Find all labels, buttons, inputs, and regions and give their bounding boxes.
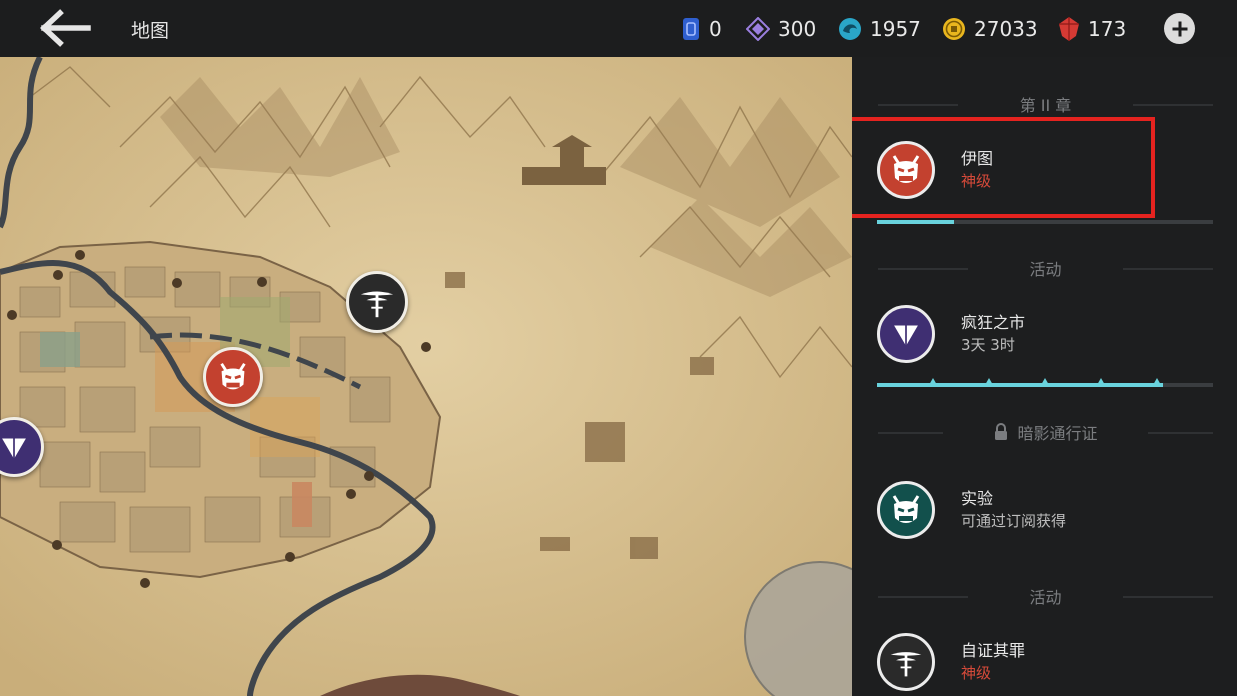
- milestone-marker: [929, 378, 937, 385]
- section-header-event: 活动: [878, 586, 1213, 607]
- quest-panel: 第 II 章 伊图 神级 活动 疯狂之市 3天 3时 暗影通行证 实验 可通过订…: [852, 57, 1237, 696]
- quest-name: 疯狂之市: [961, 313, 1026, 332]
- quest-timer: 3天 3时: [961, 336, 1015, 354]
- currency-coins[interactable]: 27033: [942, 14, 1038, 44]
- section-title: 活动: [1029, 260, 1062, 279]
- milestone-marker: [1153, 378, 1161, 385]
- map-marker-oni-mask[interactable]: [203, 347, 263, 407]
- map-illustration: [0, 57, 852, 696]
- gold-coin-icon: [943, 18, 965, 40]
- section-title-locked: 暗影通行证: [993, 420, 1098, 444]
- red-gem-icon: [1059, 17, 1079, 41]
- teal-oni-mask-icon: [877, 481, 935, 539]
- gems-count: 173: [1088, 17, 1127, 41]
- quest-difficulty: 神级: [961, 664, 992, 682]
- section-header-event: 活动: [878, 258, 1213, 279]
- map-marker-dragonfly[interactable]: [346, 271, 408, 333]
- world-map[interactable]: [0, 57, 852, 696]
- purple-triangle-icon: [877, 305, 935, 363]
- section-title: 第 II 章: [1019, 96, 1072, 115]
- milestone-marker: [1097, 378, 1105, 385]
- section-header-shadow-pass: 暗影通行证: [878, 420, 1213, 444]
- milestone-markers: [929, 378, 1161, 385]
- lock-icon: [995, 423, 1008, 440]
- dragonfly-icon: [877, 633, 935, 691]
- quest-entry-ito[interactable]: 伊图 神级: [876, 141, 1214, 224]
- red-oni-mask-icon: [877, 141, 935, 199]
- quest-name: 实验: [961, 489, 994, 508]
- quest-progress-bar: [877, 220, 1213, 224]
- page-title: 地图: [131, 20, 170, 42]
- cards-count: 0: [709, 17, 722, 41]
- milestone-marker: [1041, 378, 1049, 385]
- blue-card-icon: [683, 18, 699, 40]
- section-title: 活动: [1029, 588, 1062, 607]
- quest-entry-crazy-market[interactable]: 疯狂之市 3天 3时: [876, 305, 1214, 387]
- back-button[interactable]: [38, 8, 94, 48]
- dragonfly-icon: [360, 291, 394, 318]
- red-oni-mask-icon: [220, 362, 246, 390]
- purple-triangle-icon: [2, 438, 26, 459]
- top-bar: 地图 0 300 1957 27033 173: [0, 0, 1237, 57]
- arrow-left-icon: [40, 9, 91, 47]
- quest-name: 自证其罪: [961, 641, 1026, 660]
- currency-cards[interactable]: 0: [681, 14, 722, 44]
- section-header-chapter: 第 II 章: [878, 94, 1213, 115]
- quest-availability: 可通过订阅获得: [961, 512, 1067, 530]
- spirit-count: 1957: [870, 17, 921, 41]
- currency-shards[interactable]: 300: [746, 14, 816, 44]
- section-title: 暗影通行证: [1017, 424, 1098, 443]
- quest-name: 伊图: [961, 149, 994, 168]
- quest-entry-experiment[interactable]: 实验 可通过订阅获得: [876, 481, 1214, 561]
- purple-diamond-icon: [746, 17, 770, 41]
- quest-entry-self-incrimination[interactable]: 自证其罪 神级: [876, 633, 1214, 696]
- plus-circle-icon[interactable]: [1164, 13, 1195, 44]
- coins-count: 27033: [974, 17, 1038, 41]
- shards-count: 300: [778, 17, 817, 41]
- teal-swirl-icon: [839, 18, 861, 40]
- currency-spirit[interactable]: 1957: [838, 14, 921, 44]
- quest-difficulty: 神级: [961, 172, 992, 190]
- event-progress-bar: [877, 378, 1213, 387]
- currency-gems[interactable]: 173: [1058, 14, 1126, 44]
- milestone-marker: [985, 378, 993, 385]
